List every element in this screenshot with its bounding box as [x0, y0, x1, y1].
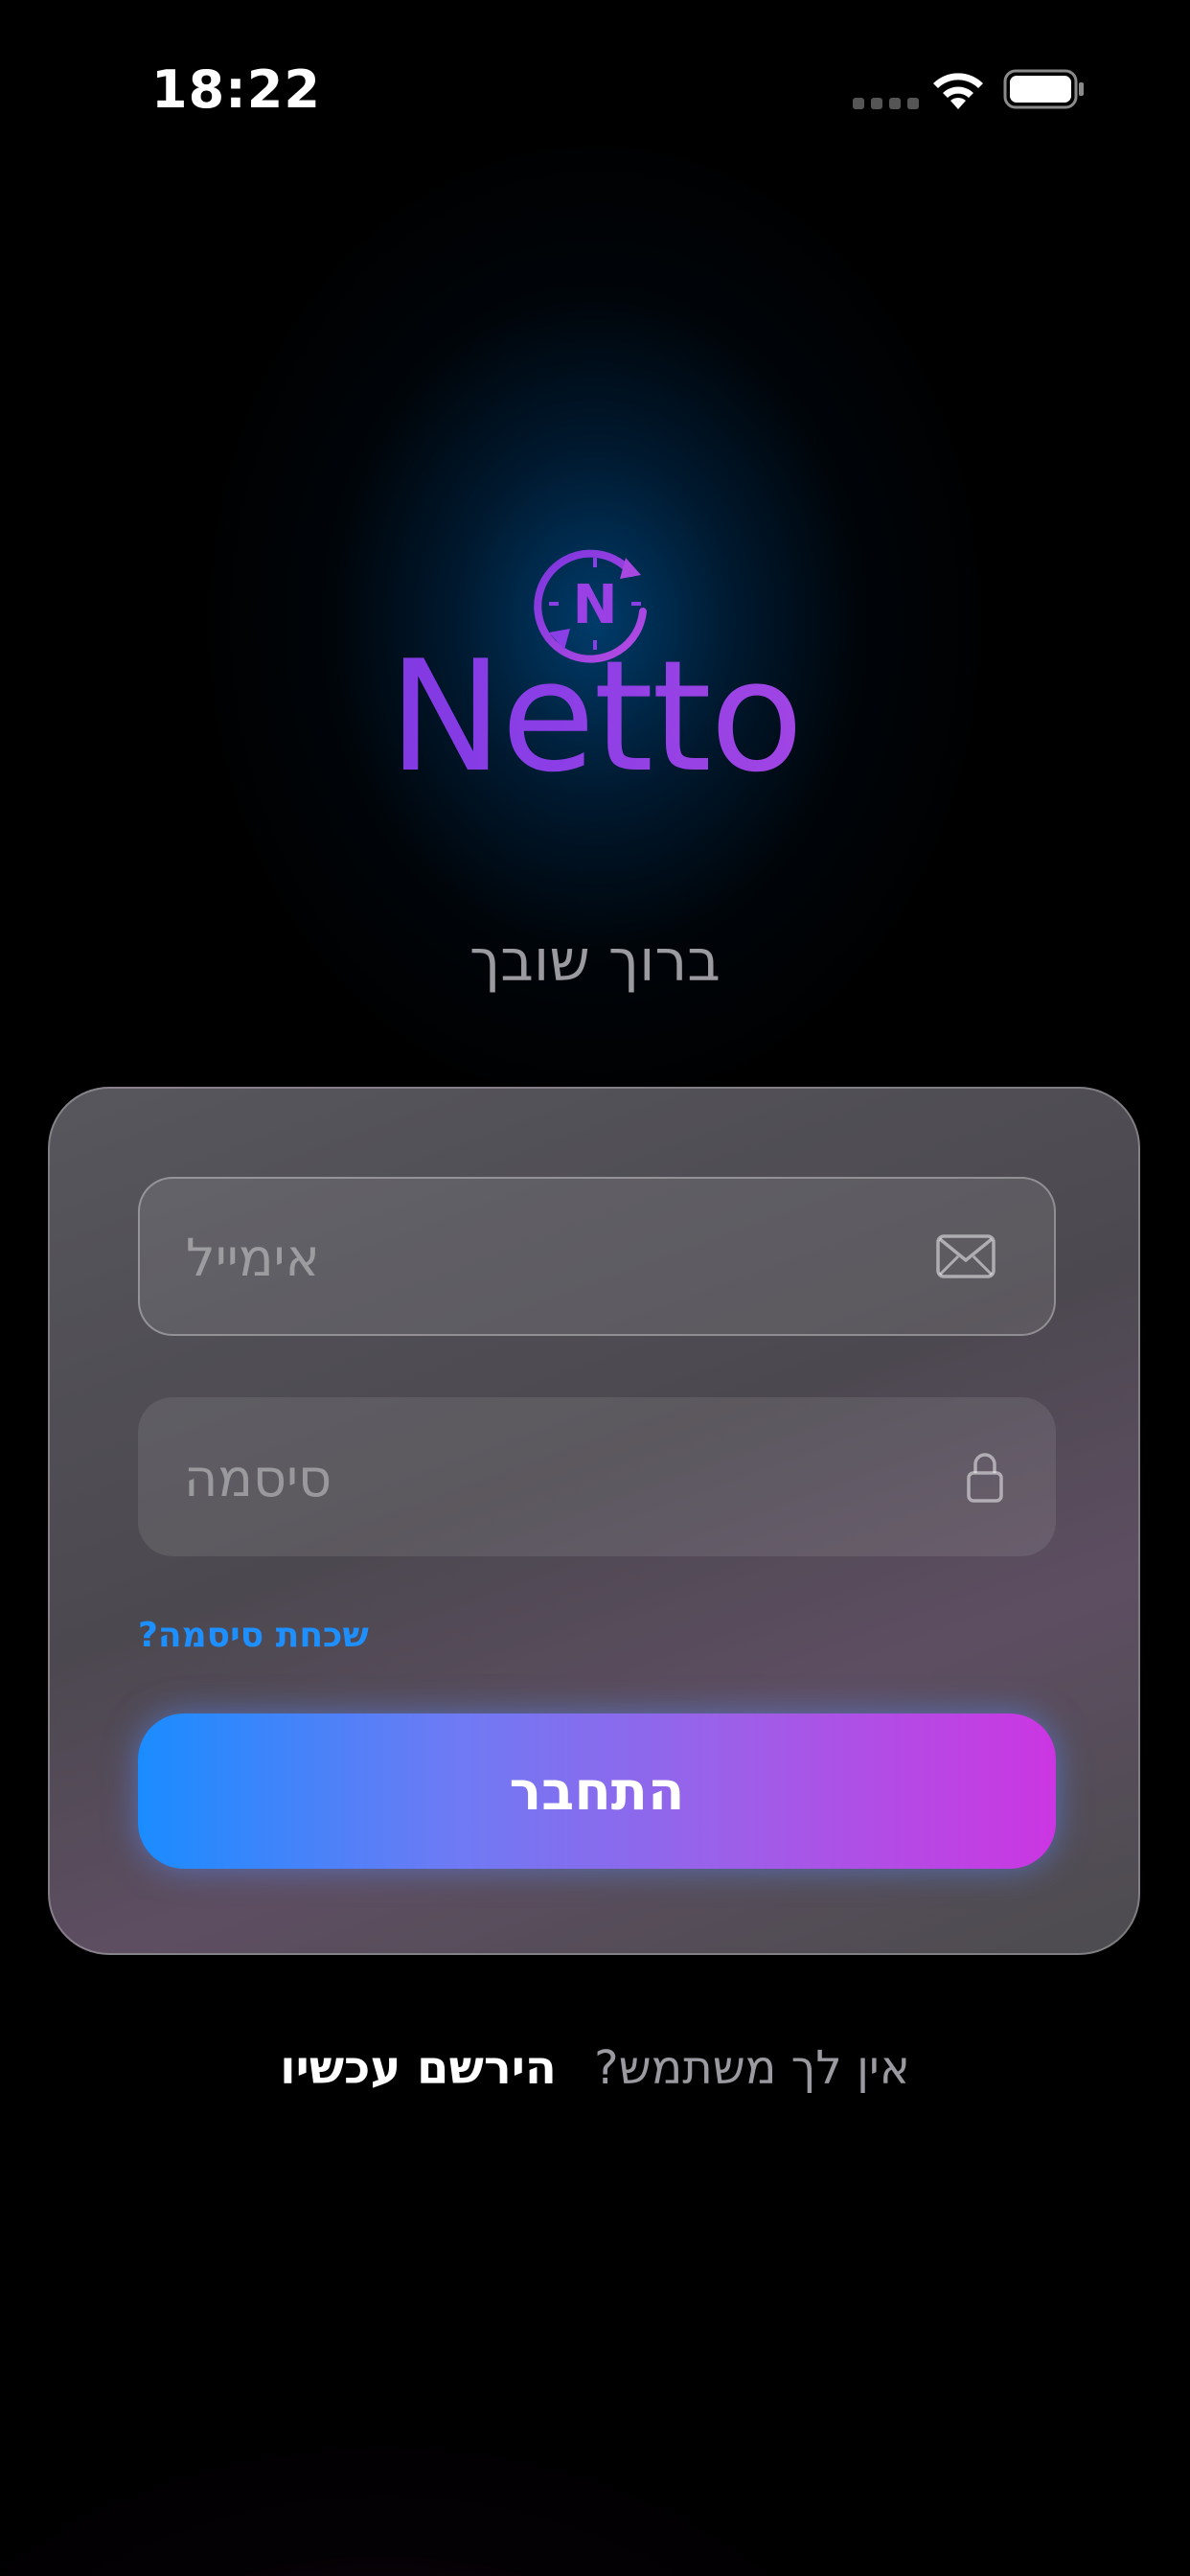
password-field[interactable] — [138, 1397, 1056, 1558]
logo-wordmark: Netto — [0, 640, 1190, 794]
battery-icon — [1003, 69, 1084, 109]
lock-icon — [967, 1453, 1003, 1503]
dynamic-island — [414, 36, 780, 142]
password-input[interactable] — [182, 1397, 914, 1558]
email-field[interactable] — [138, 1177, 1056, 1336]
forgot-password-link[interactable]: שכחת סיסמה? — [138, 1616, 369, 1655]
login-card: שכחת סיסמה? התחבר — [48, 1087, 1140, 1955]
welcome-heading: ברוך שובך — [469, 928, 721, 995]
email-input[interactable] — [184, 1179, 916, 1336]
signup-link[interactable]: הירשם עכשיו — [280, 2041, 557, 2095]
signup-question: אין לך משתמש? — [594, 2041, 910, 2095]
envelope-icon — [936, 1234, 995, 1278]
login-button[interactable]: התחבר — [138, 1714, 1056, 1869]
cellular-signal-icon — [853, 98, 919, 109]
status-bar-time: 18:22 — [151, 59, 321, 120]
signup-prompt: אין לך משתמש? הירשם עכשיו — [0, 2041, 1190, 2095]
wifi-icon — [933, 73, 983, 109]
